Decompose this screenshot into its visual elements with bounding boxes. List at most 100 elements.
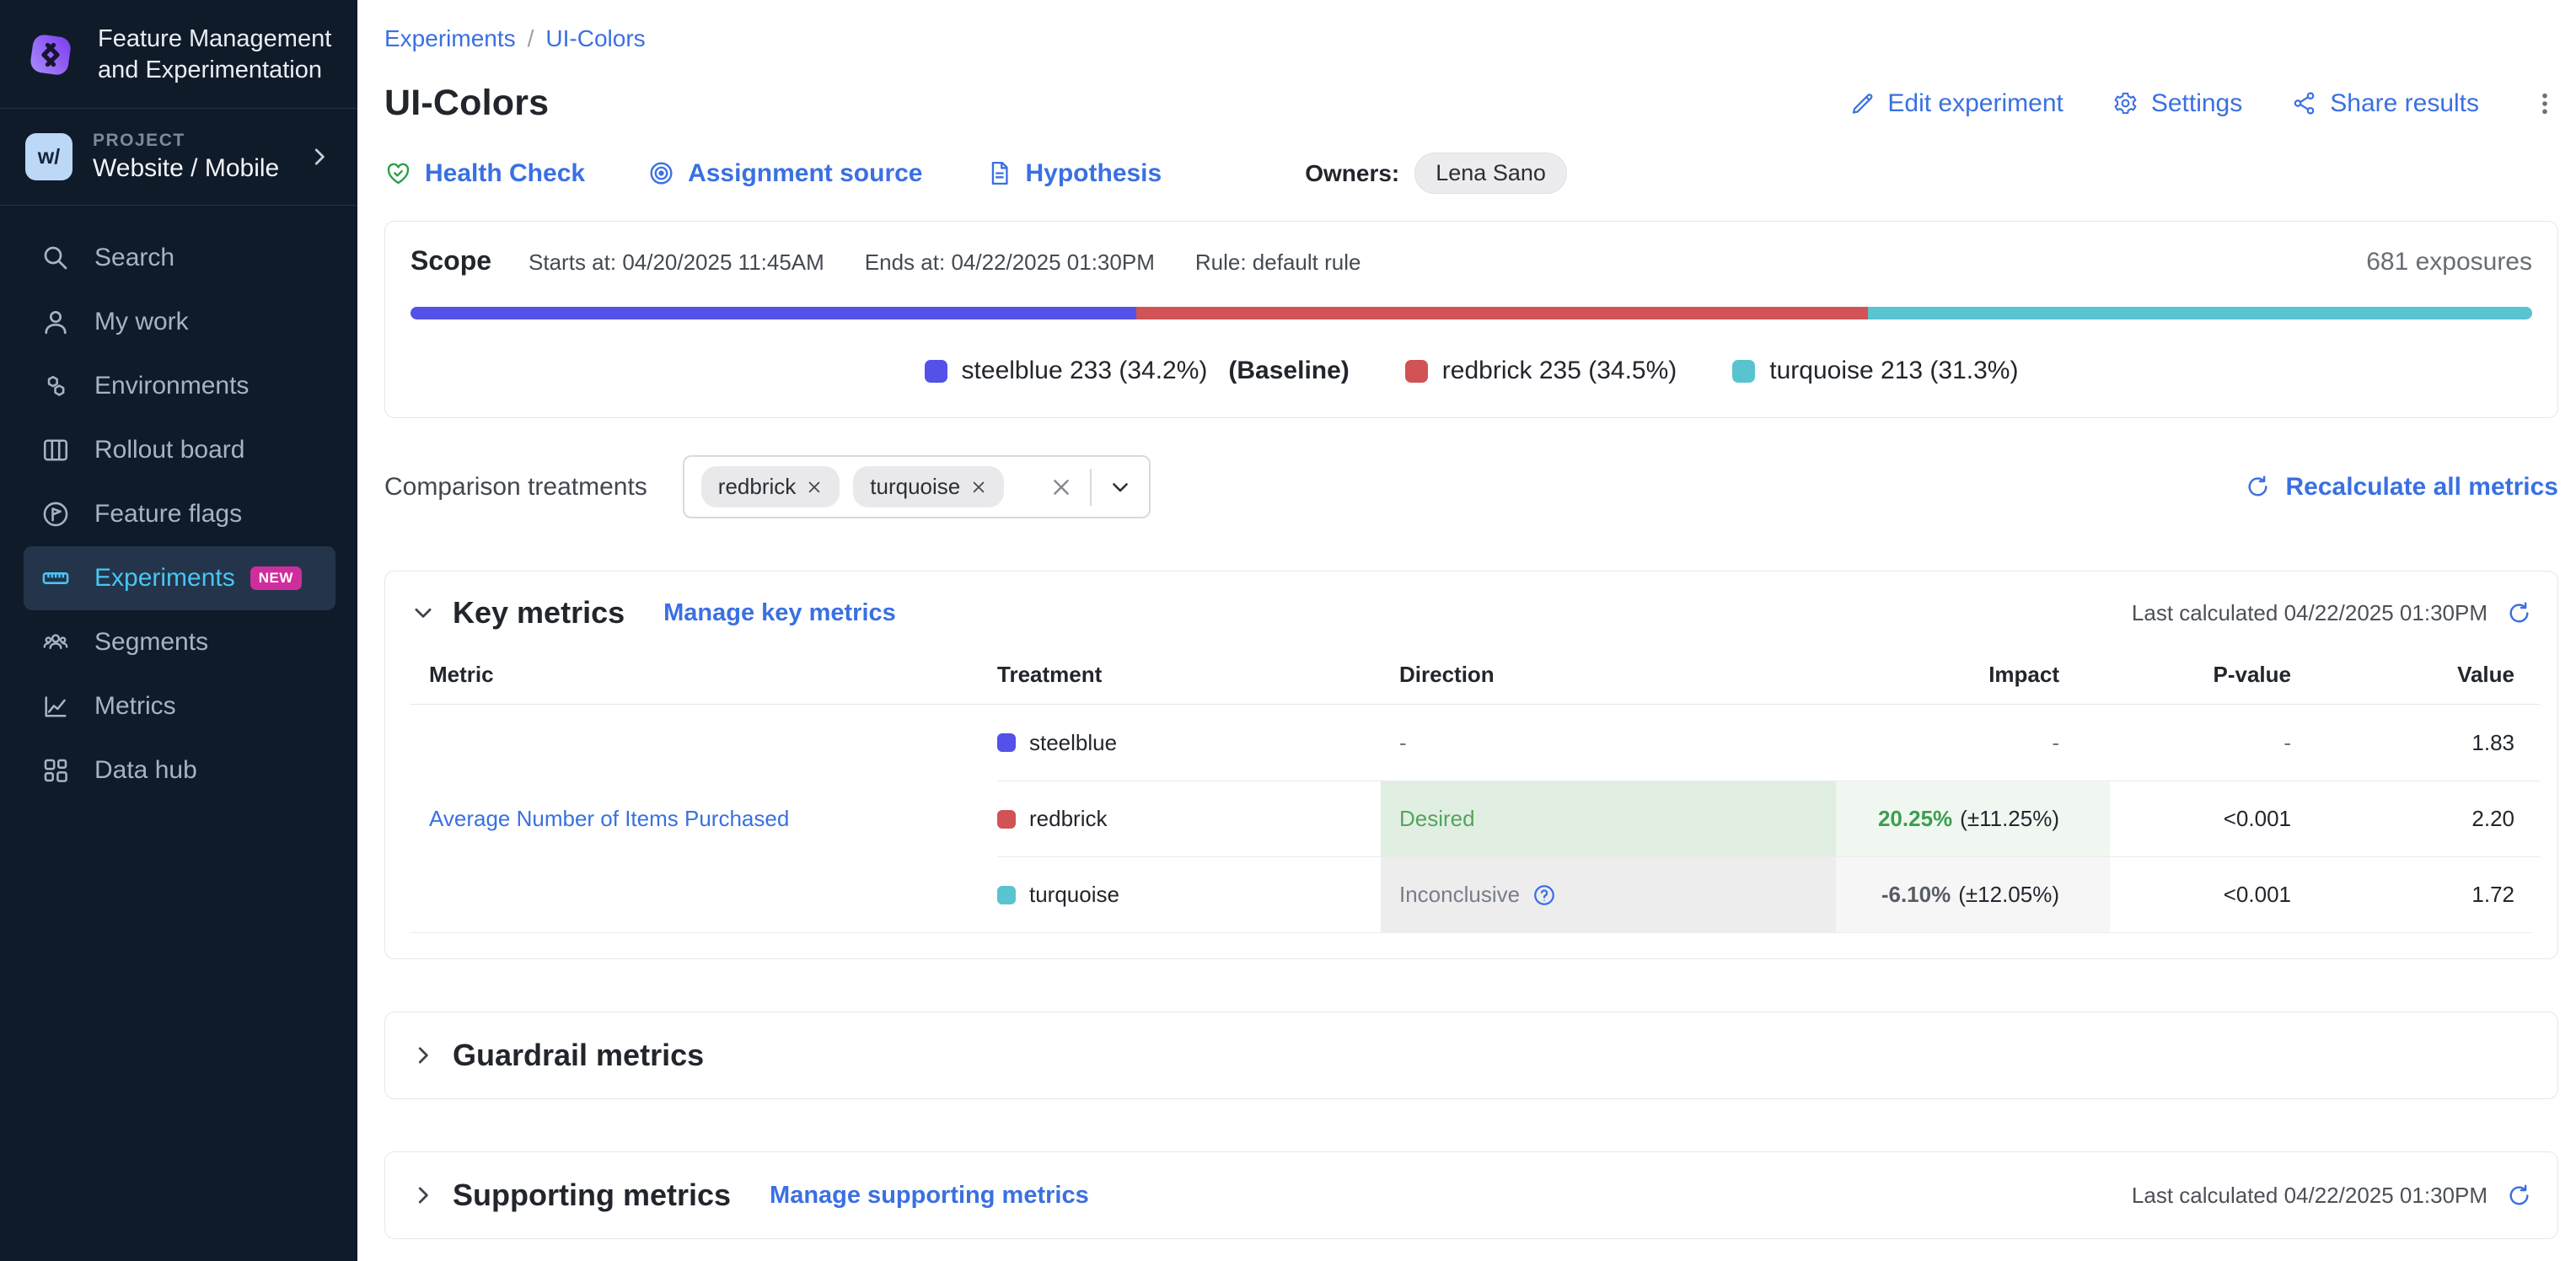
owner-pill[interactable]: Lena Sano xyxy=(1414,153,1567,194)
sidebar-item-segments[interactable]: Segments xyxy=(24,610,335,674)
sidebar-item-rollout-board[interactable]: Rollout board xyxy=(24,418,335,482)
col-header-impact: Impact xyxy=(1836,646,2110,705)
main-content: Experiments / UI-Colors UI-Colors Edit e… xyxy=(357,0,2576,1261)
direction-cell: - xyxy=(1381,705,1836,781)
refresh-icon xyxy=(2245,474,2271,500)
direction-cell: Inconclusive xyxy=(1381,856,1836,932)
grid-icon xyxy=(40,755,71,786)
key-metrics-collapse-button[interactable] xyxy=(411,600,436,625)
comparison-treatments-row: Comparison treatments redbrick turquoise… xyxy=(384,455,2558,518)
user-icon xyxy=(40,307,71,337)
scope-ends: Ends at: 04/22/2025 01:30PM xyxy=(865,250,1155,276)
refresh-icon xyxy=(2506,1183,2532,1209)
project-selector[interactable]: w/ PROJECT Website / Mobile xyxy=(0,109,357,206)
treatment-swatch xyxy=(997,733,1016,752)
app-title: Feature Management and Experimentation xyxy=(98,24,332,86)
hypothesis-link[interactable]: Hypothesis xyxy=(985,159,1162,188)
chevron-down-icon xyxy=(411,600,436,625)
sidebar-item-experiments[interactable]: Experiments NEW xyxy=(24,546,335,610)
share-icon xyxy=(2291,90,2317,116)
hypothesis-label: Hypothesis xyxy=(1026,159,1162,188)
impact-cell: 20.25% (±11.25%) xyxy=(1836,781,2110,856)
project-name: Website / Mobile xyxy=(93,154,279,183)
key-metrics-card: Key metrics Manage key metrics Last calc… xyxy=(384,571,2558,959)
owners-label: Owners: xyxy=(1305,160,1399,187)
supporting-expand-button[interactable] xyxy=(411,1183,436,1208)
assignment-source-link[interactable]: Assignment source xyxy=(647,159,922,188)
line-chart-icon xyxy=(40,691,71,722)
pencil-icon xyxy=(1849,90,1875,116)
guardrail-expand-button[interactable] xyxy=(411,1043,436,1068)
kebab-menu-icon[interactable] xyxy=(2531,90,2558,117)
sidebar-item-label: Data hub xyxy=(94,756,197,785)
treatment-cell-turquoise: turquoise xyxy=(997,856,1381,932)
sidebar-item-label: Metrics xyxy=(94,692,176,721)
people-icon xyxy=(40,627,71,657)
page-title: UI-Colors xyxy=(384,83,549,124)
ruler-icon xyxy=(40,563,71,593)
search-icon xyxy=(40,243,71,273)
manage-key-metrics-link[interactable]: Manage key metrics xyxy=(663,599,896,627)
p-value-cell: <0.001 xyxy=(2110,856,2325,932)
sidebar-item-environments[interactable]: Environments xyxy=(24,354,335,418)
sidebar-item-label: Search xyxy=(94,244,174,272)
legend-item-turquoise: turquoise 213 (31.3%) xyxy=(1732,357,2018,385)
sidebar-item-data-hub[interactable]: Data hub xyxy=(24,738,335,802)
chip-remove-icon[interactable] xyxy=(970,479,987,496)
flag-circle-icon xyxy=(40,499,71,529)
inconclusive-help-icon[interactable] xyxy=(1532,883,1557,908)
select-clear-icon[interactable] xyxy=(1049,475,1073,499)
treatment-distribution-bar xyxy=(411,307,2532,319)
app-header: Feature Management and Experimentation xyxy=(0,0,357,109)
col-header-treatment: Treatment xyxy=(997,646,1381,705)
exposures-count: 681 exposures xyxy=(2366,248,2532,276)
last-calculated-text: Last calculated 04/22/2025 01:30PM xyxy=(2132,1183,2487,1209)
legend-item-steelblue: steelblue 233 (34.2%) (Baseline) xyxy=(925,357,1350,385)
sidebar-item-metrics[interactable]: Metrics xyxy=(24,674,335,738)
metric-name-link[interactable]: Average Number of Items Purchased xyxy=(411,705,997,932)
health-check-link[interactable]: Health Check xyxy=(384,159,585,188)
refresh-key-metrics-button[interactable] xyxy=(2506,600,2532,626)
legend-swatch xyxy=(1405,360,1428,383)
quick-links: Health Check Assignment source Hypothesi… xyxy=(384,153,2558,194)
hexagons-icon xyxy=(40,371,71,401)
chevron-down-icon[interactable] xyxy=(1108,475,1132,499)
sidebar-item-search[interactable]: Search xyxy=(24,226,335,290)
refresh-icon xyxy=(2506,600,2532,626)
refresh-supporting-metrics-button[interactable] xyxy=(2506,1183,2532,1209)
treatment-cell-steelblue: steelblue xyxy=(997,705,1381,781)
sidebar-item-label: Segments xyxy=(94,628,208,657)
project-badge: w/ xyxy=(25,133,72,180)
supporting-metrics-card: Supporting metrics Manage supporting met… xyxy=(384,1151,2558,1239)
legend-item-redbrick: redbrick 235 (34.5%) xyxy=(1405,357,1677,385)
guardrail-metrics-title: Guardrail metrics xyxy=(453,1038,704,1073)
edit-experiment-button[interactable]: Edit experiment xyxy=(1849,89,2063,118)
impact-cell: -6.10% (±12.05%) xyxy=(1836,856,2110,932)
share-results-button[interactable]: Share results xyxy=(2291,89,2479,118)
chip-turquoise: turquoise xyxy=(853,466,1004,507)
treatment-cell-redbrick: redbrick xyxy=(997,781,1381,856)
bar-segment-redbrick xyxy=(1136,307,1868,319)
sidebar-item-label: Experiments xyxy=(94,564,235,593)
settings-button[interactable]: Settings xyxy=(2112,89,2242,118)
select-divider xyxy=(1090,469,1092,506)
comparison-treatments-select[interactable]: redbrick turquoise xyxy=(683,455,1151,518)
assignment-source-label: Assignment source xyxy=(688,159,922,188)
owners: Owners: Lena Sano xyxy=(1305,153,1567,194)
treatment-swatch xyxy=(997,886,1016,904)
chevron-right-icon xyxy=(307,144,332,169)
project-label: PROJECT xyxy=(93,131,279,151)
recalculate-label: Recalculate all metrics xyxy=(2285,473,2558,502)
sidebar-item-label: Environments xyxy=(94,372,249,400)
p-value-cell: <0.001 xyxy=(2110,781,2325,856)
sidebar-item-feature-flags[interactable]: Feature flags xyxy=(24,482,335,546)
impact-cell: - xyxy=(1836,705,2110,781)
recalculate-all-metrics-button[interactable]: Recalculate all metrics xyxy=(2245,473,2558,502)
breadcrumb-experiments[interactable]: Experiments xyxy=(384,25,516,52)
sidebar-item-label: Feature flags xyxy=(94,500,242,529)
gear-icon xyxy=(2112,90,2139,116)
chip-remove-icon[interactable] xyxy=(806,479,823,496)
breadcrumb-current[interactable]: UI-Colors xyxy=(545,25,645,52)
manage-supporting-metrics-link[interactable]: Manage supporting metrics xyxy=(770,1182,1089,1210)
sidebar-item-my-work[interactable]: My work xyxy=(24,290,335,354)
